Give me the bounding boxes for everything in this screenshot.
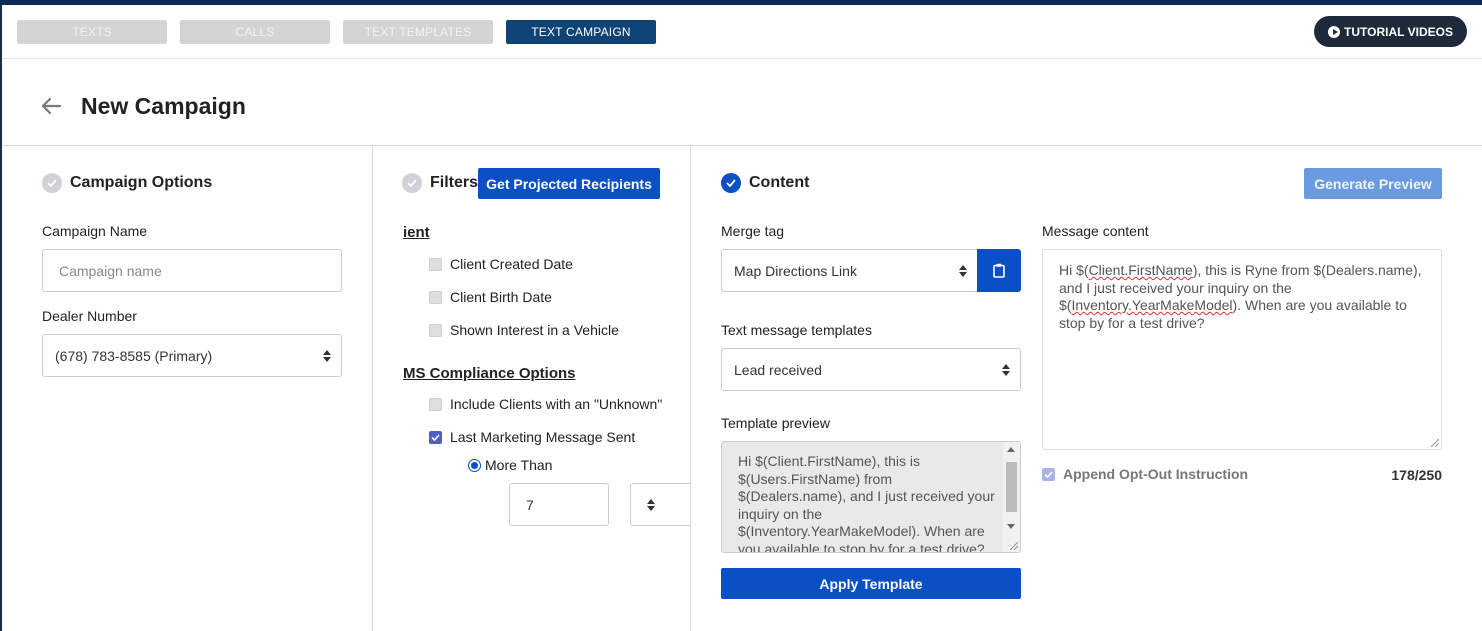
check-circle-icon (721, 173, 741, 193)
merge-tag-label: Merge tag (721, 223, 785, 239)
tab-text-campaign[interactable]: TEXT CAMPAIGN (506, 20, 656, 44)
misspelled-word: Inventory.YearMakeModel (1071, 297, 1233, 313)
filter-client-created-date[interactable]: Client Created Date (429, 256, 573, 272)
template-preview-textarea[interactable]: Hi $(Client.FirstName), this is $(Users.… (721, 441, 1021, 553)
filter-label: Last Marketing Message Sent (450, 429, 636, 445)
append-opt-out-label: Append Opt-Out Instruction (1063, 466, 1249, 482)
content-title: Content (749, 174, 810, 191)
sort-caret-icon (959, 264, 967, 277)
more-than-value-input[interactable]: 7 (509, 483, 609, 526)
message-content-label: Message content (1042, 223, 1149, 239)
back-arrow-icon[interactable] (40, 96, 62, 116)
sort-caret-icon (647, 499, 655, 511)
client-filter-group-title: ient (403, 224, 430, 241)
dealer-number-label: Dealer Number (42, 308, 137, 324)
checkbox[interactable] (429, 257, 442, 271)
play-icon (1328, 25, 1341, 38)
tab-bar: TEXTS CALLS TEXT TEMPLATES TEXT CAMPAIGN (17, 20, 656, 44)
left-edge-border (0, 5, 2, 631)
tutorial-videos-label: TUTORIAL VIDEOS (1344, 24, 1453, 39)
tab-texts[interactable]: TEXTS (17, 20, 167, 44)
dealer-number-value: (678) 783-8585 (Primary) (55, 347, 213, 364)
scroll-thumb[interactable] (1006, 462, 1017, 512)
checkbox[interactable] (429, 290, 442, 304)
message-text-part: Hi $( (1059, 262, 1089, 278)
scroll-down-arrow-icon[interactable] (1007, 524, 1015, 529)
filter-label: Include Clients with an "Unknown" (450, 396, 663, 412)
filter-label: Shown Interest in a Vehicle (450, 322, 619, 338)
radio-selected[interactable] (468, 458, 481, 472)
section-divider (2, 145, 1482, 146)
tab-calls[interactable]: CALLS (180, 20, 330, 44)
filter-shown-interest-vehicle[interactable]: Shown Interest in a Vehicle (429, 322, 619, 338)
filters-panel[interactable]: ient Client Created Date Client Birth Da… (373, 146, 690, 631)
misspelled-word: Client.FirstName (1088, 262, 1193, 278)
apply-template-button[interactable]: Apply Template (721, 568, 1021, 599)
filter-label: Client Created Date (450, 256, 573, 272)
dealer-number-select[interactable]: (678) 783-8585 (Primary) (42, 334, 342, 377)
checkbox[interactable] (429, 323, 442, 337)
resize-grip-icon[interactable] (1431, 439, 1439, 447)
generate-preview-button[interactable]: Generate Preview (1304, 168, 1442, 199)
check-circle-icon (42, 173, 62, 193)
template-preview-text: Hi $(Client.FirstName), this is $(Users.… (738, 453, 995, 553)
column-divider (690, 146, 691, 631)
compliance-filter-group-title: MS Compliance Options (403, 365, 576, 382)
campaign-options-header: Campaign Options (42, 173, 212, 193)
campaign-options-title: Campaign Options (70, 174, 213, 191)
append-opt-out-checkbox-row[interactable]: Append Opt-Out Instruction (1042, 466, 1248, 482)
tutorial-videos-button[interactable]: TUTORIAL VIDEOS (1314, 16, 1467, 47)
checkbox[interactable] (429, 397, 442, 411)
campaign-name-label: Campaign Name (42, 223, 148, 239)
sort-caret-icon (323, 349, 331, 362)
text-templates-label: Text message templates (721, 322, 872, 338)
more-than-radio[interactable]: More Than (468, 457, 552, 473)
scroll-up-arrow-icon[interactable] (1007, 447, 1015, 452)
checkbox-checked[interactable] (1042, 467, 1055, 481)
merge-tag-value: Map Directions Link (734, 262, 857, 279)
content-header: Content (721, 173, 809, 193)
filter-last-marketing-message[interactable]: Last Marketing Message Sent (429, 429, 635, 445)
campaign-name-input[interactable]: Campaign name (42, 249, 342, 292)
tab-text-templates[interactable]: TEXT TEMPLATES (343, 20, 493, 44)
campaign-name-placeholder: Campaign name (59, 262, 162, 279)
copy-merge-tag-button[interactable] (977, 249, 1021, 292)
clipboard-icon (993, 263, 1005, 278)
template-preview-label: Template preview (721, 415, 830, 431)
text-template-select[interactable]: Lead received (721, 348, 1021, 391)
header-divider (2, 58, 1482, 59)
character-counter: 178/250 (1391, 467, 1442, 483)
merge-tag-select[interactable]: Map Directions Link (721, 249, 978, 292)
page-title: New Campaign (81, 93, 246, 119)
time-unit-select[interactable] (630, 483, 690, 526)
checkbox-checked[interactable] (429, 430, 442, 444)
filter-label: Client Birth Date (450, 289, 552, 305)
radio-label: More Than (485, 457, 553, 473)
more-than-value: 7 (526, 496, 534, 513)
sort-caret-icon (1002, 363, 1010, 376)
template-preview-scrollbar[interactable] (1003, 442, 1020, 552)
resize-grip-icon[interactable] (1010, 542, 1018, 550)
message-content-text: Hi $(Client.FirstName), this is Ryne fro… (1059, 262, 1429, 332)
filter-include-unknown[interactable]: Include Clients with an "Unknown" (429, 396, 662, 412)
top-accent-bar (0, 0, 1482, 5)
text-template-value: Lead received (734, 361, 822, 378)
message-content-textarea[interactable]: Hi $(Client.FirstName), this is Ryne fro… (1042, 249, 1442, 450)
filter-client-birth-date[interactable]: Client Birth Date (429, 289, 552, 305)
